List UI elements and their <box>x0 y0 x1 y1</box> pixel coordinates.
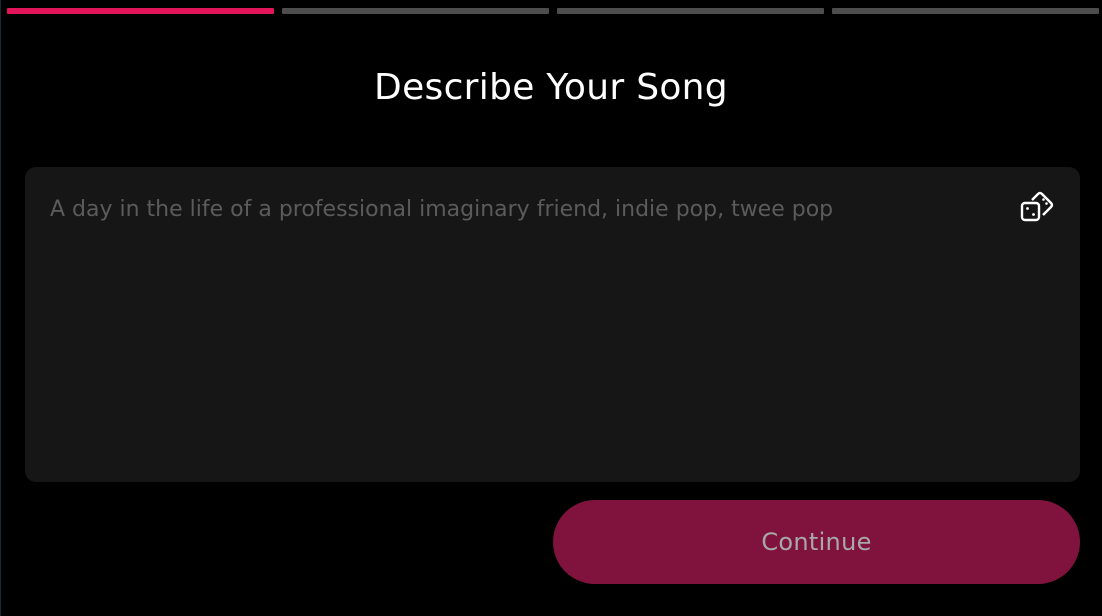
randomize-prompt-button[interactable] <box>1018 191 1056 229</box>
progress-step-4 <box>832 8 1099 14</box>
progress-step-3 <box>557 8 824 14</box>
song-description-box <box>25 167 1080 482</box>
continue-button[interactable]: Continue <box>553 500 1080 584</box>
progress-step-2 <box>282 8 549 14</box>
song-description-input[interactable] <box>25 167 1080 482</box>
step-progress-bar <box>7 8 1099 14</box>
progress-step-1 <box>7 8 274 14</box>
song-creator-window: Describe Your Song Continue <box>0 0 1102 616</box>
page-title: Describe Your Song <box>374 67 728 108</box>
dice-icon <box>1019 190 1055 230</box>
